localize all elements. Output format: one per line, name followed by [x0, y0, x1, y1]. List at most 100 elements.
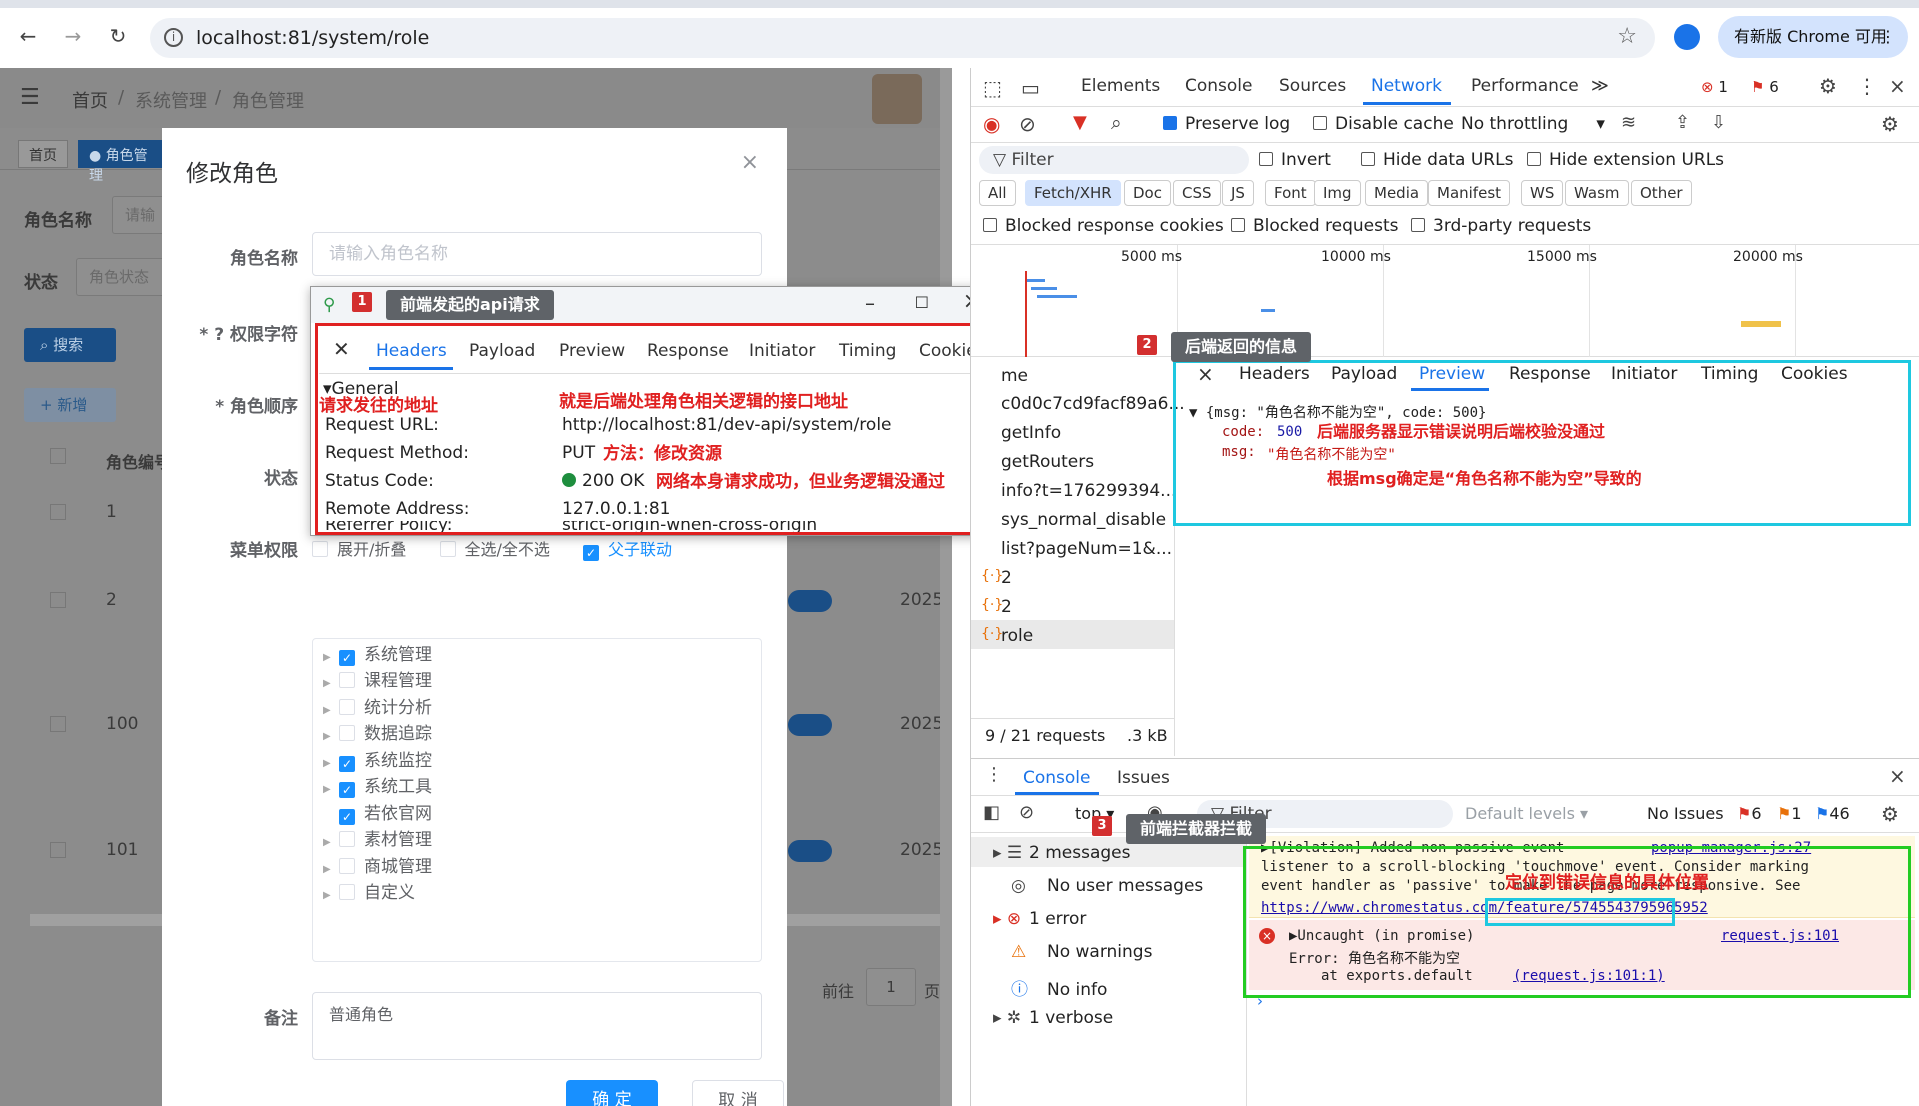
sidebar-messages[interactable]: ▸ ☰ 2 messages: [993, 843, 1130, 863]
tag-home[interactable]: 首页: [18, 140, 68, 168]
type-filter-img[interactable]: Img: [1314, 180, 1361, 206]
tab-initiator[interactable]: Initiator: [749, 341, 815, 361]
tree-node-checkbox[interactable]: [339, 699, 355, 715]
sidebar-verbose[interactable]: ▸ ✲ 1 verbose: [993, 1008, 1113, 1028]
type-filter-other[interactable]: Other: [1631, 180, 1692, 206]
tree-node[interactable]: ▶ 素材管理: [323, 826, 432, 854]
tree-node-checkbox[interactable]: [339, 858, 355, 874]
hide-data-urls-checkbox[interactable]: [1361, 152, 1375, 166]
tree-node[interactable]: ▶ 统计分析: [323, 694, 432, 722]
invert-checkbox[interactable]: [1259, 152, 1273, 166]
select-all-checkbox[interactable]: [439, 541, 456, 557]
blocked-requests-checkbox[interactable]: [1231, 218, 1245, 232]
more-vert-icon[interactable]: ⋮: [1857, 74, 1877, 98]
tree-node-checkbox[interactable]: ✓: [339, 782, 355, 798]
row-checkbox[interactable]: [50, 504, 66, 520]
tab-console[interactable]: Console: [1185, 76, 1253, 96]
tree-node[interactable]: ✓ 若依官网: [323, 800, 432, 828]
tab-timing[interactable]: Timing: [839, 341, 896, 361]
console-info-count[interactable]: ⚑46: [1815, 804, 1850, 823]
type-filter-wasm[interactable]: Wasm: [1565, 180, 1629, 206]
request-row[interactable]: getInfo: [1001, 423, 1061, 443]
request-row[interactable]: getRouters: [1001, 452, 1094, 472]
sidebar-user-messages[interactable]: ◎ No user messages: [1011, 876, 1203, 896]
settings-gear-icon[interactable]: ⚙: [1819, 74, 1837, 98]
request-row[interactable]: c0d0c7cd9facf89a6...: [1001, 394, 1185, 414]
tab-payload[interactable]: Payload: [469, 341, 535, 361]
row-checkbox[interactable]: [50, 842, 66, 858]
console-error-count[interactable]: ⚑6: [1737, 804, 1762, 823]
minimize-icon[interactable]: –: [865, 291, 875, 315]
filter-funnel-icon[interactable]: ▼: [1073, 112, 1087, 133]
site-info-icon[interactable]: i: [164, 28, 183, 47]
tree-node[interactable]: ▶ 数据追踪: [323, 720, 432, 748]
tab-headers[interactable]: Headers: [376, 341, 447, 361]
network-filter-input[interactable]: ▽ Filter: [979, 146, 1249, 174]
user-avatar[interactable]: [872, 74, 922, 124]
record-icon[interactable]: ◉: [983, 112, 1000, 136]
tree-node-checkbox[interactable]: ✓: [339, 809, 355, 825]
tree-node-checkbox[interactable]: [339, 884, 355, 900]
tree-node-checkbox[interactable]: [339, 725, 355, 741]
request-row[interactable]: 2: [1001, 568, 1012, 588]
tab-performance[interactable]: Performance: [1471, 76, 1579, 96]
drawer-menu-icon[interactable]: ⋮: [985, 764, 1003, 785]
role-name-input[interactable]: 请输入角色名称: [312, 232, 762, 276]
network-settings-icon[interactable]: ⚙: [1881, 112, 1899, 136]
breadcrumb-home[interactable]: 首页: [72, 87, 108, 113]
close-icon[interactable]: ✕: [333, 337, 350, 361]
console-warn-count[interactable]: ⚑1: [1777, 804, 1802, 823]
type-filter-doc[interactable]: Doc: [1124, 180, 1171, 206]
tab-preview[interactable]: Preview: [559, 341, 625, 361]
tree-node-checkbox[interactable]: ✓: [339, 650, 355, 666]
status-switch[interactable]: [788, 840, 832, 862]
detail-tab-cookies[interactable]: Cookies: [1781, 364, 1848, 384]
search-icon[interactable]: ⌕: [1111, 112, 1122, 134]
warning-counter[interactable]: ⚑ 6: [1751, 78, 1779, 96]
more-tabs-icon[interactable]: ≫: [1591, 76, 1609, 96]
hide-data-urls-toggle[interactable]: Hide data URLs: [1361, 150, 1513, 170]
tree-node-checkbox[interactable]: [339, 831, 355, 847]
sidebar-warnings[interactable]: ⚠ No warnings: [1011, 942, 1152, 962]
type-filter-css[interactable]: CSS: [1173, 180, 1221, 206]
parent-child-link-checkbox[interactable]: ✓: [583, 545, 599, 561]
request-row-selected[interactable]: role: [1001, 626, 1033, 646]
blocked-cookies-toggle[interactable]: Blocked response cookies: [983, 216, 1224, 236]
console-settings-icon[interactable]: ⚙: [1881, 802, 1899, 826]
maximize-icon[interactable]: ☐: [915, 293, 929, 312]
status-switch[interactable]: [788, 590, 832, 612]
type-filter-all[interactable]: All: [979, 180, 1016, 206]
request-row[interactable]: 2: [1001, 597, 1012, 617]
address-bar[interactable]: i localhost:81/system/role ☆: [150, 18, 1655, 58]
invert-toggle[interactable]: Invert: [1259, 150, 1331, 170]
type-filter-manifest[interactable]: Manifest: [1428, 180, 1511, 206]
sidebar-toggle-icon[interactable]: ◧: [983, 802, 1000, 823]
close-drawer-icon[interactable]: ×: [1889, 764, 1906, 788]
tree-node[interactable]: ▶ ✓ 系统监控: [323, 747, 432, 775]
device-toolbar-icon[interactable]: ▭: [1021, 76, 1040, 100]
tab-response[interactable]: Response: [647, 341, 729, 361]
throttling-select[interactable]: No throttling ▾: [1461, 114, 1605, 134]
confirm-button[interactable]: 确 定: [566, 1080, 658, 1106]
close-detail-icon[interactable]: ×: [1197, 362, 1214, 386]
type-filter-js[interactable]: JS: [1222, 180, 1254, 206]
remark-textarea[interactable]: 普通角色: [312, 992, 762, 1060]
hide-ext-urls-checkbox[interactable]: [1527, 152, 1541, 166]
reload-icon[interactable]: ↻: [104, 24, 132, 48]
close-devtools-icon[interactable]: ×: [1889, 74, 1906, 98]
tag-role[interactable]: ● 角色管理: [78, 140, 168, 184]
hamburger-icon[interactable]: ☰: [20, 85, 40, 110]
detail-tab-initiator[interactable]: Initiator: [1611, 364, 1677, 384]
row-checkbox[interactable]: [50, 716, 66, 732]
detail-tab-response[interactable]: Response: [1509, 364, 1591, 384]
drawer-tab-issues[interactable]: Issues: [1117, 768, 1170, 788]
bookmark-star-icon[interactable]: ☆: [1617, 24, 1637, 49]
back-icon[interactable]: ←: [14, 24, 42, 48]
request-row[interactable]: info?t=176299394...: [1001, 481, 1176, 501]
cancel-button[interactable]: 取 消: [692, 1080, 784, 1106]
more-vert-icon[interactable]: ⋮: [1880, 16, 1896, 58]
type-filter-ws[interactable]: WS: [1521, 180, 1564, 206]
third-party-checkbox[interactable]: [1411, 218, 1425, 232]
add-button[interactable]: + 新增: [24, 388, 116, 422]
preserve-log-toggle[interactable]: Preserve log: [1163, 114, 1290, 134]
